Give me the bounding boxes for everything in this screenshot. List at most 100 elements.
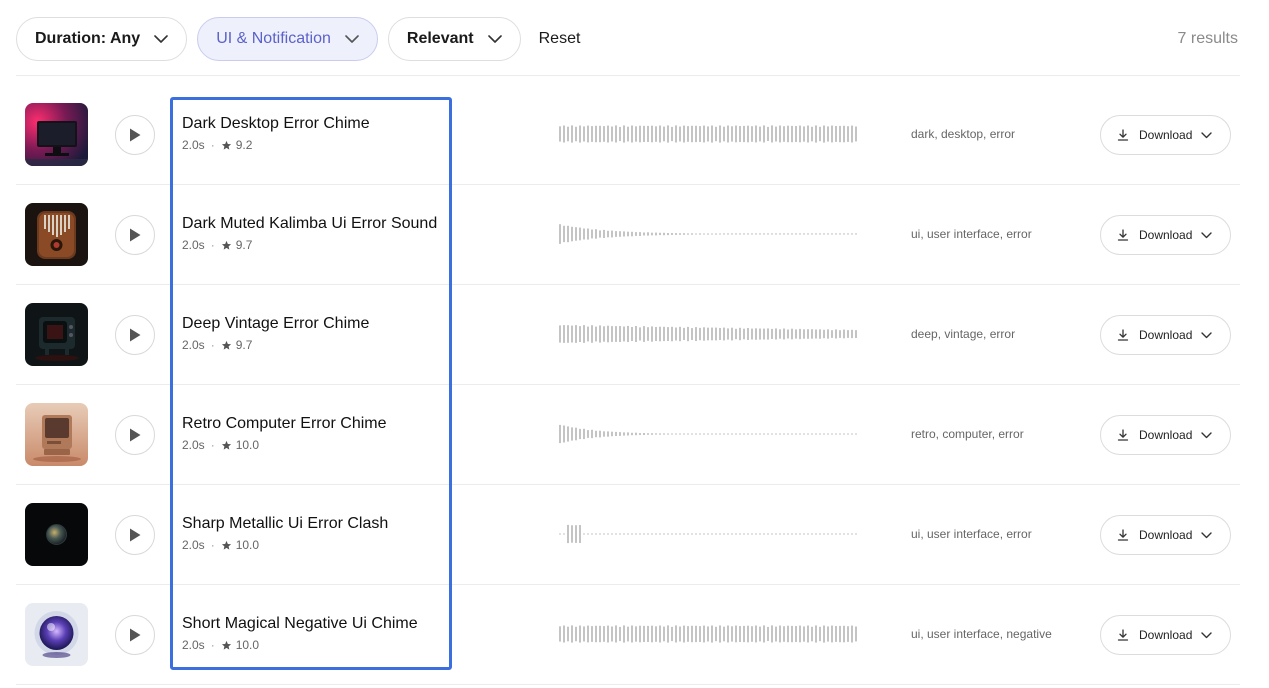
chevron-down-icon (487, 35, 502, 43)
sound-duration: 2.0s (182, 538, 205, 552)
chevron-down-icon (154, 35, 168, 43)
star-icon (221, 340, 232, 351)
sound-rating: 9.2 (235, 138, 253, 152)
sound-rating: 10.0 (235, 638, 260, 652)
reset-filters-button[interactable]: Reset (539, 30, 581, 48)
category-filter-label: UI & Notification (216, 30, 331, 47)
download-button[interactable]: Download (1100, 115, 1231, 155)
sound-info: Deep Vintage Error Chime 2.0s · 9.7 (182, 315, 452, 352)
header-divider (16, 75, 1240, 76)
sound-title[interactable]: Short Magical Negative Ui Chime (182, 615, 452, 633)
play-icon (128, 127, 142, 143)
chevron-down-icon (1201, 131, 1213, 139)
download-button[interactable]: Download (1100, 215, 1231, 255)
download-button[interactable]: Download (1100, 615, 1231, 655)
download-label: Download (1139, 128, 1193, 142)
download-button[interactable]: Download (1100, 315, 1231, 355)
sound-meta: 2.0s · 10.0 (182, 538, 452, 552)
vintage-tv-icon (25, 303, 88, 366)
download-icon (1117, 229, 1129, 241)
waveform[interactable] (559, 123, 859, 145)
filter-bar: Duration: Any UI & Notification Relevant… (16, 16, 1240, 62)
waveform[interactable] (559, 423, 859, 445)
waveform[interactable] (559, 323, 859, 345)
sound-tags: ui, user interface, error (911, 527, 1032, 541)
star-icon (221, 140, 232, 151)
separator-dot: · (210, 538, 215, 552)
chevron-down-icon (1201, 331, 1213, 339)
play-button[interactable] (115, 215, 155, 255)
play-icon (128, 227, 142, 243)
download-icon (1117, 129, 1129, 141)
chevron-down-icon (1201, 531, 1213, 539)
chevron-down-icon (345, 35, 359, 43)
magic-orb-icon (25, 603, 88, 666)
sound-rating: 9.7 (235, 238, 253, 252)
separator-dot: · (210, 338, 215, 352)
play-icon (128, 327, 142, 343)
chevron-down-icon (1201, 231, 1213, 239)
play-button[interactable] (115, 615, 155, 655)
sound-tags: dark, desktop, error (911, 127, 1016, 141)
star-icon (221, 240, 232, 251)
play-button[interactable] (115, 415, 155, 455)
play-button[interactable] (115, 315, 155, 355)
download-button[interactable]: Download (1100, 415, 1231, 455)
sound-duration: 2.0s (182, 338, 205, 352)
download-button[interactable]: Download (1100, 515, 1231, 555)
sound-title[interactable]: Dark Desktop Error Chime (182, 115, 452, 133)
sound-rating: 10.0 (235, 538, 260, 552)
sound-title[interactable]: Dark Muted Kalimba Ui Error Sound (182, 215, 452, 233)
sound-tags: retro, computer, error (911, 427, 1024, 441)
sound-meta: 2.0s · 10.0 (182, 638, 452, 652)
sound-info: Sharp Metallic Ui Error Clash 2.0s · 10.0 (182, 515, 452, 552)
download-label: Download (1139, 528, 1193, 542)
duration-filter-label: Duration: Any (35, 30, 141, 47)
results-count: 7 results (1177, 30, 1238, 47)
download-label: Download (1139, 428, 1193, 442)
sound-title[interactable]: Deep Vintage Error Chime (182, 315, 452, 333)
sort-label: Relevant (406, 30, 474, 47)
sound-duration: 2.0s (182, 138, 205, 152)
play-icon (128, 527, 142, 543)
separator-dot: · (210, 638, 215, 652)
kalimba-icon (25, 203, 88, 266)
sound-duration: 2.0s (182, 238, 205, 252)
neon-monitor-icon (25, 103, 88, 166)
sound-title[interactable]: Retro Computer Error Chime (182, 415, 452, 433)
play-button[interactable] (115, 515, 155, 555)
sound-library-page: Duration: Any UI & Notification Relevant… (0, 0, 1269, 688)
sound-meta: 2.0s · 9.7 (182, 338, 452, 352)
waveform[interactable] (559, 223, 859, 245)
sound-row: Retro Computer Error Chime 2.0s · 10.0 retro… (16, 385, 1240, 485)
category-filter-dropdown[interactable]: UI & Notification (197, 17, 378, 61)
sound-info: Short Magical Negative Ui Chime 2.0s · 10.0 (182, 615, 452, 652)
sound-meta: 2.0s · 9.7 (182, 238, 452, 252)
sound-tags: ui, user interface, negative (911, 627, 1052, 641)
download-label: Download (1139, 628, 1193, 642)
sound-row: Dark Desktop Error Chime 2.0s · 9.2 dark, de… (16, 85, 1240, 185)
play-icon (128, 427, 142, 443)
sort-dropdown[interactable]: Relevant (387, 17, 521, 61)
separator-dot: · (210, 238, 215, 252)
sound-duration: 2.0s (182, 638, 205, 652)
download-icon (1117, 629, 1129, 641)
download-label: Download (1139, 328, 1193, 342)
chevron-down-icon (1201, 631, 1213, 639)
duration-filter-dropdown[interactable]: Duration: Any (16, 17, 188, 61)
download-icon (1117, 329, 1129, 341)
download-icon (1117, 529, 1129, 541)
separator-dot: · (210, 438, 215, 452)
sound-info: Dark Muted Kalimba Ui Error Sound 2.0s · 9.… (182, 215, 452, 252)
sound-tags: ui, user interface, error (911, 227, 1032, 241)
waveform[interactable] (559, 623, 859, 645)
sound-title[interactable]: Sharp Metallic Ui Error Clash (182, 515, 452, 533)
sound-rating: 10.0 (235, 438, 260, 452)
sound-row: Short Magical Negative Ui Chime 2.0s · 10.0… (16, 585, 1240, 685)
sound-row: Deep Vintage Error Chime 2.0s · 9.7 deep, vi… (16, 285, 1240, 385)
separator-dot: · (210, 138, 215, 152)
sound-meta: 2.0s · 10.0 (182, 438, 452, 452)
play-button[interactable] (115, 115, 155, 155)
sound-tags: deep, vintage, error (911, 327, 1016, 341)
waveform[interactable] (559, 523, 859, 545)
